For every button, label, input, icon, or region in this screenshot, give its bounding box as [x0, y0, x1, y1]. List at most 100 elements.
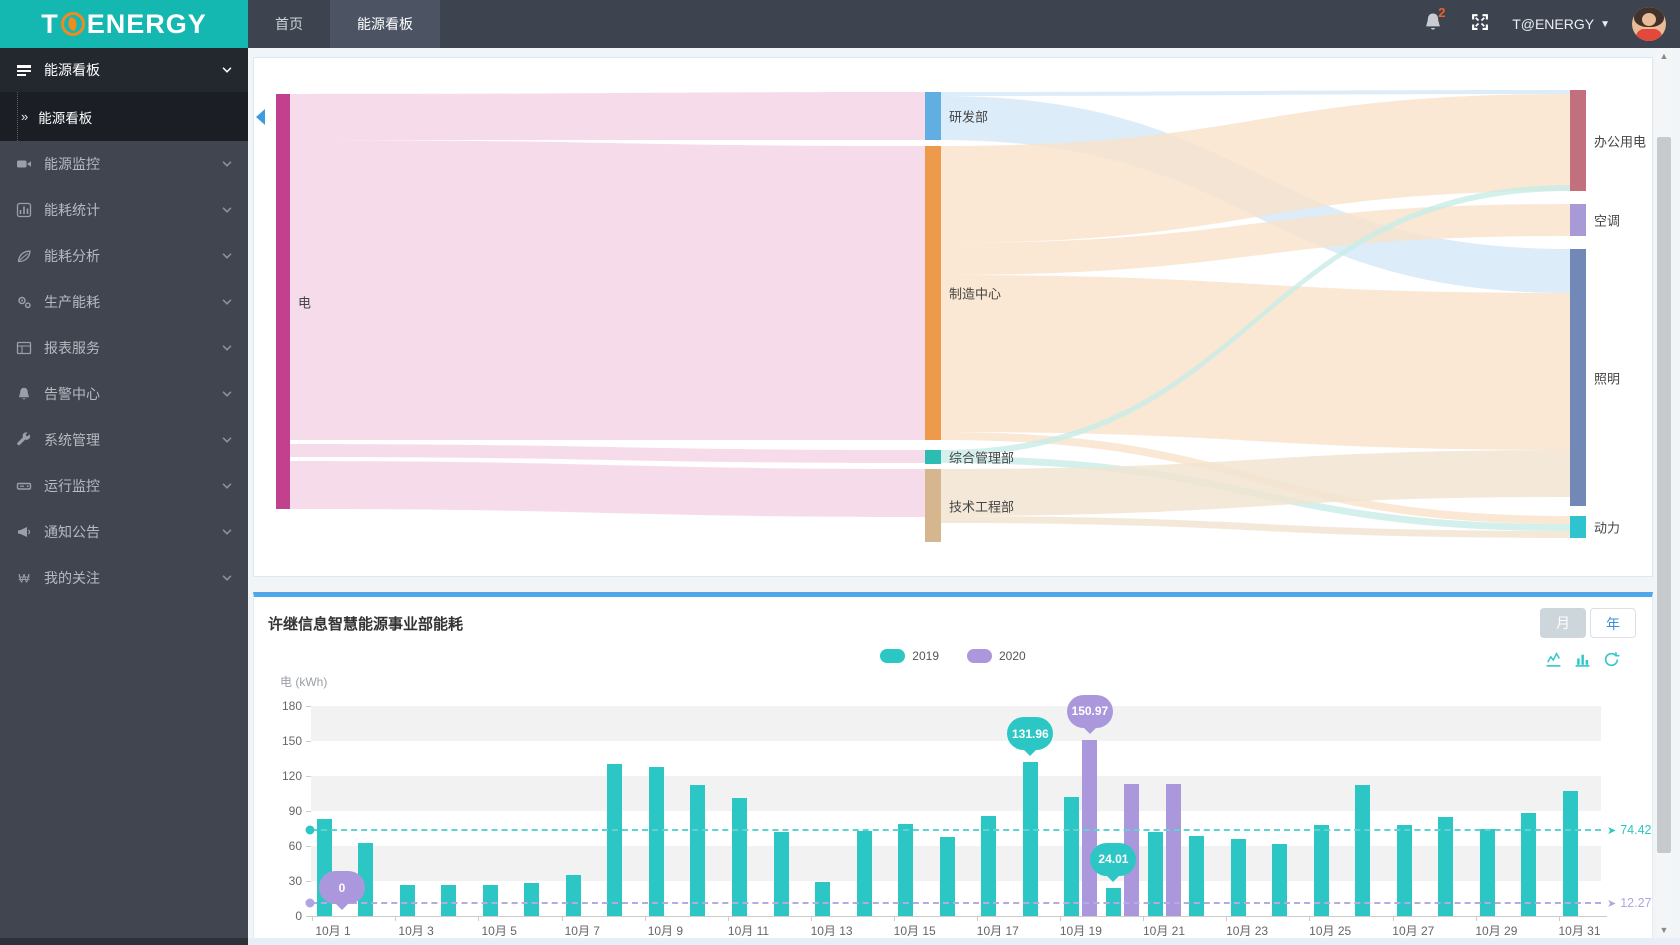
- bar-chart-icon[interactable]: [1574, 651, 1591, 668]
- sankey-node[interactable]: [1570, 516, 1586, 538]
- sankey-diagram: [276, 90, 1586, 542]
- x-tick-mark: [1558, 916, 1560, 921]
- sankey-link: [941, 90, 1570, 96]
- sankey-node[interactable]: [925, 92, 941, 140]
- balloon-tail: [1105, 873, 1122, 890]
- sidebar-menu: 能源看板 » 能源看板能源监控能耗统计 能耗分析 生产能耗报表服务告警中心系统管理运行监…: [0, 48, 265, 938]
- chevron-down-icon: [220, 479, 234, 493]
- bar-2019-10月 19: [1064, 797, 1080, 916]
- x-tick-label: 10月 21: [1142, 924, 1186, 938]
- sidebar-subitem-label: 能源看板: [38, 110, 93, 126]
- chevron-down-icon: ▼: [1600, 18, 1610, 30]
- x-tick-mark: [395, 916, 397, 921]
- sidebar-item-10[interactable]: ₩ 我的关注: [0, 555, 248, 601]
- line-chart-icon[interactable]: [1545, 651, 1562, 668]
- sankey-panel: 电 研发部 制造中心 综合管理部 技术工程部 办公用电 空调 照明 动力: [253, 57, 1653, 577]
- month-toggle-button[interactable]: 月: [1540, 608, 1586, 638]
- fullscreen-icon[interactable]: [1470, 12, 1490, 37]
- chevron-down-icon: [220, 387, 234, 401]
- wrench-icon: [16, 432, 32, 448]
- vertical-scrollbar[interactable]: ▲ ▼: [1656, 48, 1672, 938]
- x-tick-label: 10月 25: [1309, 924, 1352, 938]
- x-tick-mark: [893, 916, 895, 921]
- sidebar-subitem-0-0[interactable]: » 能源看板: [17, 92, 265, 141]
- sankey-node[interactable]: [1570, 204, 1586, 236]
- x-tick-mark: [1060, 916, 1062, 921]
- sankey-link: [290, 444, 925, 463]
- notification-bell-icon[interactable]: 2: [1422, 5, 1448, 37]
- sidebar-item-6[interactable]: 告警中心: [0, 371, 248, 417]
- bar-2019-10月 5: [482, 884, 498, 916]
- chart-title: 许继信息智慧能源事业部能耗: [268, 616, 464, 633]
- sidebar-item-label: 通知公告: [44, 524, 100, 540]
- sidebar-item-label: 能源监控: [44, 156, 100, 172]
- sidebar-item-7[interactable]: 系统管理: [0, 417, 248, 463]
- avatar[interactable]: [1632, 7, 1666, 41]
- sankey-node[interactable]: [1570, 249, 1586, 506]
- y-tick-label: 0: [295, 909, 302, 923]
- sidebar-item-label: 我的关注: [44, 570, 100, 586]
- horizontal-scrollbar[interactable]: [248, 938, 1680, 945]
- x-tick-label: 10月 31: [1558, 924, 1601, 938]
- scrollbar-thumb[interactable]: [1657, 137, 1671, 853]
- main-content: 电 研发部 制造中心 综合管理部 技术工程部 办公用电 空调 照明 动力 许继信息智慧能源事业部…: [248, 48, 1680, 945]
- x-tick-label: 10月 19: [1059, 924, 1102, 938]
- sidebar-item-2[interactable]: 能耗统计: [0, 187, 248, 233]
- sidebar-item-label: 运行监控: [44, 478, 100, 494]
- bar-2019-10月 4: [441, 884, 457, 916]
- bottom-strip-dark: [0, 938, 248, 945]
- legend-label: 2019: [912, 649, 939, 663]
- x-tick-label: 10月 23: [1226, 924, 1269, 938]
- sankey-node-label: 办公用电: [1594, 134, 1647, 149]
- legend-label: 2020: [999, 649, 1026, 663]
- sankey-node[interactable]: [1570, 90, 1586, 191]
- scroll-down-icon[interactable]: ▼: [1656, 922, 1672, 938]
- year-toggle-button[interactable]: 年: [1590, 608, 1636, 638]
- chevron-down-icon: [220, 203, 234, 217]
- sidebar-item-5[interactable]: 报表服务: [0, 325, 248, 371]
- sidebar-item-3[interactable]: 能耗分析: [0, 233, 248, 279]
- y-tick-mark: [306, 881, 311, 882]
- bar-2019-10月 6: [524, 883, 540, 916]
- header-actions: 2 T@ENERGY ▼: [1422, 0, 1666, 48]
- sankey-node[interactable]: [925, 450, 941, 464]
- x-tick-mark: [644, 916, 646, 921]
- account-label: T@ENERGY: [1512, 16, 1595, 32]
- legend-item-2020[interactable]: 2020: [967, 649, 1026, 663]
- sidebar-item-1[interactable]: 能源监控: [0, 141, 248, 187]
- y-tick-label: 180: [281, 699, 302, 713]
- y-tick-label: 60: [288, 839, 302, 853]
- megaphone-icon: [16, 524, 32, 540]
- tab-energy-board[interactable]: 能源看板: [330, 0, 440, 48]
- sankey-node-label: 动力: [1594, 520, 1621, 536]
- sankey-node[interactable]: [276, 94, 290, 509]
- y-tick-mark: [306, 846, 311, 847]
- refresh-icon[interactable]: [1603, 651, 1620, 668]
- header-tabs: 首页 能源看板: [248, 0, 440, 48]
- sankey-node[interactable]: [925, 146, 941, 440]
- account-menu[interactable]: T@ENERGY ▼: [1512, 16, 1610, 32]
- arrow-right-icon: ➤: [1607, 825, 1617, 838]
- bar-2019-10月 10: [690, 785, 706, 916]
- sidebar-item-8[interactable]: 运行监控: [0, 463, 248, 509]
- sidebar-item-4[interactable]: 生产能耗: [0, 279, 248, 325]
- sankey-node[interactable]: [925, 469, 941, 542]
- sankey-node-label: 研发部: [949, 109, 989, 125]
- x-tick-label: 10月 7: [564, 924, 600, 938]
- scroll-up-icon[interactable]: ▲: [1656, 48, 1672, 64]
- sidebar-item-9[interactable]: 通知公告: [0, 509, 248, 555]
- y-tick-mark: [306, 916, 311, 917]
- sidebar-item-label: 告警中心: [44, 386, 100, 402]
- sankey-link: [290, 140, 925, 440]
- sidebar-item-0[interactable]: 能源看板: [0, 48, 248, 92]
- bar-2019-10月 31: [1563, 791, 1578, 916]
- tab-home[interactable]: 首页: [248, 0, 330, 48]
- active-item-arrow-icon: [248, 108, 265, 125]
- average-line-2019: [311, 829, 1601, 832]
- legend-item-2019[interactable]: 2019: [880, 649, 939, 663]
- x-tick-mark: [1392, 916, 1394, 921]
- svg-text:₩: ₩: [18, 572, 30, 586]
- sidebar-item-label: 报表服务: [44, 340, 100, 356]
- x-tick-mark: [1475, 916, 1477, 921]
- marker-balloon: 24.01: [1090, 842, 1137, 882]
